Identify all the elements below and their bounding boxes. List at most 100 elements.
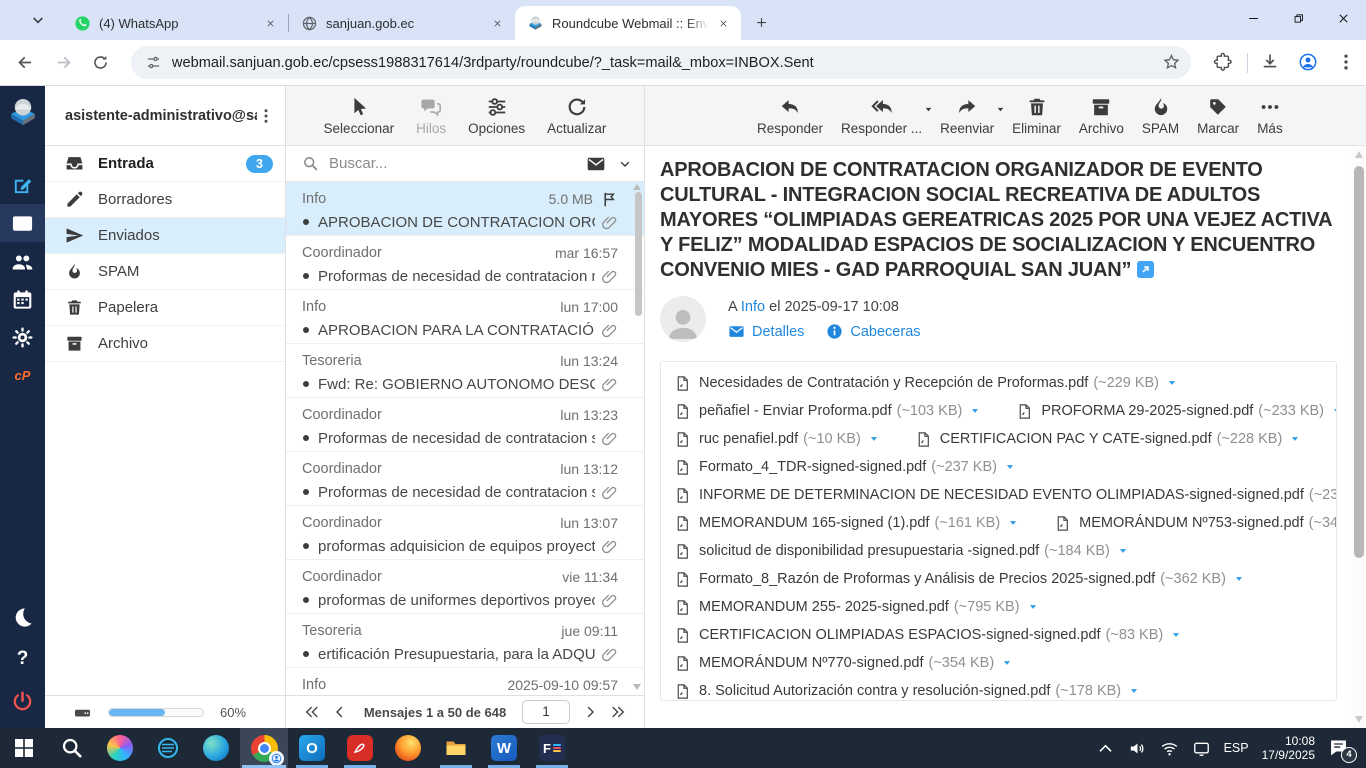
minimize-button[interactable] (1231, 0, 1276, 36)
restore-button[interactable] (1276, 0, 1321, 36)
taskbar-app-fes[interactable]: F (528, 728, 576, 768)
taskbar-app-ie[interactable] (144, 728, 192, 768)
search-bar[interactable]: Buscar... (286, 146, 644, 182)
toolbar-button-hilos[interactable]: Hilos (416, 96, 446, 136)
message-row[interactable]: Coordinadorlun 13:07proformas adquisicio… (286, 506, 644, 560)
attachment-item[interactable]: INFORME DE DETERMINACION DE NECESIDAD EV… (674, 486, 1337, 505)
taskbar-app-acrobat[interactable] (336, 728, 384, 768)
wifi-icon[interactable] (1160, 739, 1179, 758)
attachment-menu-caret-icon[interactable] (1167, 378, 1177, 388)
attachment-item[interactable]: CERTIFICACION PAC Y CATE-signed.pdf(~228… (915, 430, 1301, 449)
reading-scroll-down-icon[interactable] (1355, 716, 1363, 723)
reload-button[interactable] (89, 51, 113, 75)
new-tab-button[interactable] (749, 10, 775, 36)
page-number-input[interactable]: 1 (522, 700, 570, 724)
toolbar-button-responder[interactable]: Responder ... (841, 96, 922, 136)
message-row[interactable]: Coordinadorlun 13:23Proformas de necesid… (286, 398, 644, 452)
rail-roundcube-logo-icon[interactable] (0, 86, 45, 138)
toolbar-button-spam[interactable]: SPAM (1142, 96, 1179, 136)
tab-close-icon[interactable] (489, 15, 505, 31)
dropdown-caret-icon[interactable] (996, 105, 1005, 114)
rail-settings-icon[interactable] (0, 318, 45, 356)
list-scroll-down-icon[interactable] (633, 684, 641, 690)
attachment-menu-caret-icon[interactable] (1129, 686, 1139, 696)
taskbar-app-edge[interactable] (192, 728, 240, 768)
next-page-button[interactable] (581, 703, 599, 721)
attachment-menu-caret-icon[interactable] (1332, 406, 1337, 416)
notification-center-icon[interactable]: 4 (1328, 736, 1354, 760)
attachment-item[interactable]: MEMORÁNDUM Nº770-signed.pdf(~354 KB) (674, 654, 1012, 673)
message-row[interactable]: Infolun 17:00APROBACION PARA LA CONTRATA… (286, 290, 644, 344)
taskbar-app-search[interactable] (48, 728, 96, 768)
tab-close-icon[interactable] (715, 15, 731, 31)
attachment-menu-caret-icon[interactable] (970, 406, 980, 416)
address-bar[interactable]: webmail.sanjuan.gob.ec/cpsess1988317614/… (131, 46, 1191, 79)
toolbar-button-responder[interactable]: Responder (757, 96, 823, 136)
volume-icon[interactable] (1128, 739, 1147, 758)
browser-tab-roundcube-webmail-enviados[interactable]: Roundcube Webmail :: Enviados (515, 6, 741, 40)
taskbar-app-copilot[interactable] (96, 728, 144, 768)
rail-compose-icon[interactable] (0, 166, 45, 204)
toolbar-button-reenviar[interactable]: Reenviar (940, 96, 994, 136)
sidebar-folder-spam[interactable]: SPAM (45, 254, 285, 290)
details-link[interactable]: Detalles (752, 324, 804, 340)
list-scroll-up-icon[interactable] (633, 184, 641, 190)
message-row[interactable]: Coordinadorlun 13:12Proformas de necesid… (286, 452, 644, 506)
toolbar-button-eliminar[interactable]: Eliminar (1012, 96, 1061, 136)
tray-chevron-up-icon[interactable] (1096, 739, 1115, 758)
recipient-link[interactable]: Info (741, 299, 765, 315)
rail-dark-mode-icon[interactable] (0, 596, 45, 638)
toolbar-button-archivo[interactable]: Archivo (1079, 96, 1124, 136)
extensions-icon[interactable] (1213, 52, 1235, 74)
clock[interactable]: 10:08 17/9/2025 (1262, 734, 1315, 762)
rail-mail-icon[interactable] (0, 204, 45, 242)
reading-scroll-up-icon[interactable] (1355, 151, 1363, 158)
taskbar-app-explorer[interactable] (432, 728, 480, 768)
attachment-item[interactable]: Formato_4_TDR-signed-signed.pdf(~237 KB) (674, 458, 1015, 477)
attachment-menu-caret-icon[interactable] (1171, 630, 1181, 640)
message-row[interactable]: Tesoreriajue 09:11ertificación Presupues… (286, 614, 644, 668)
rail-logout-icon[interactable] (0, 680, 45, 722)
attachment-item[interactable]: PROFORMA 29-2025-signed.pdf(~233 KB) (1016, 402, 1337, 421)
attachment-item[interactable]: 8. Solicitud Autorización contra y resol… (674, 682, 1139, 701)
rail-cpanel-icon[interactable]: cP (0, 356, 45, 394)
downloads-icon[interactable] (1260, 52, 1282, 74)
back-button[interactable] (14, 51, 38, 75)
profile-avatar-icon[interactable] (1298, 52, 1320, 74)
attachment-menu-caret-icon[interactable] (1008, 518, 1018, 528)
taskbar-app-firefox[interactable] (384, 728, 432, 768)
message-row[interactable]: Coordinadorvie 11:34proformas de uniform… (286, 560, 644, 614)
attachment-menu-caret-icon[interactable] (1234, 574, 1244, 584)
sidebar-folder-enviados[interactable]: Enviados (45, 218, 285, 254)
open-in-new-window-icon[interactable] (1137, 261, 1154, 278)
close-button[interactable] (1321, 0, 1366, 36)
toolbar-button-m-s[interactable]: Más (1257, 96, 1283, 136)
forward-button[interactable] (52, 51, 76, 75)
taskbar-app-outlook[interactable]: O (288, 728, 336, 768)
sidebar-folder-archivo[interactable]: Archivo (45, 326, 285, 362)
toolbar-button-opciones[interactable]: Opciones (468, 96, 525, 136)
attachment-item[interactable]: CERTIFICACION OLIMPIADAS ESPACIOS-signed… (674, 626, 1181, 645)
tab-search-chevron-icon[interactable] (28, 10, 48, 30)
attachment-item[interactable]: MEMORANDUM 255- 2025-signed.pdf(~795 KB) (674, 598, 1038, 617)
browser-tab-4-whatsapp[interactable]: (4) WhatsApp (62, 6, 288, 40)
rail-help-icon[interactable]: ? (0, 638, 45, 680)
reading-pane-scrollbar[interactable] (1354, 166, 1364, 558)
attachment-item[interactable]: Formato_8_Razón de Proformas y Análisis … (674, 570, 1244, 589)
first-page-button[interactable] (303, 703, 321, 721)
headers-link[interactable]: Cabeceras (850, 324, 920, 340)
attachment-menu-caret-icon[interactable] (1005, 462, 1015, 472)
toolbar-button-seleccionar[interactable]: Seleccionar (324, 96, 395, 136)
message-row[interactable]: Info5.0 MBAPROBACION DE CONTRATACION ORG… (286, 182, 644, 236)
site-settings-icon[interactable] (145, 54, 162, 71)
attachment-menu-caret-icon[interactable] (1028, 602, 1038, 612)
flag-icon[interactable] (601, 191, 618, 208)
message-row[interactable]: Info2025-09-10 09:57 (286, 668, 644, 695)
display-icon[interactable] (1192, 739, 1211, 758)
account-menu-icon[interactable] (257, 107, 275, 125)
sidebar-folder-borradores[interactable]: Borradores (45, 182, 285, 218)
toolbar-button-marcar[interactable]: Marcar (1197, 96, 1239, 136)
attachment-menu-caret-icon[interactable] (1002, 658, 1012, 668)
dropdown-caret-icon[interactable] (924, 105, 933, 114)
attachment-item[interactable]: Necesidades de Contratación y Recepción … (674, 374, 1177, 393)
